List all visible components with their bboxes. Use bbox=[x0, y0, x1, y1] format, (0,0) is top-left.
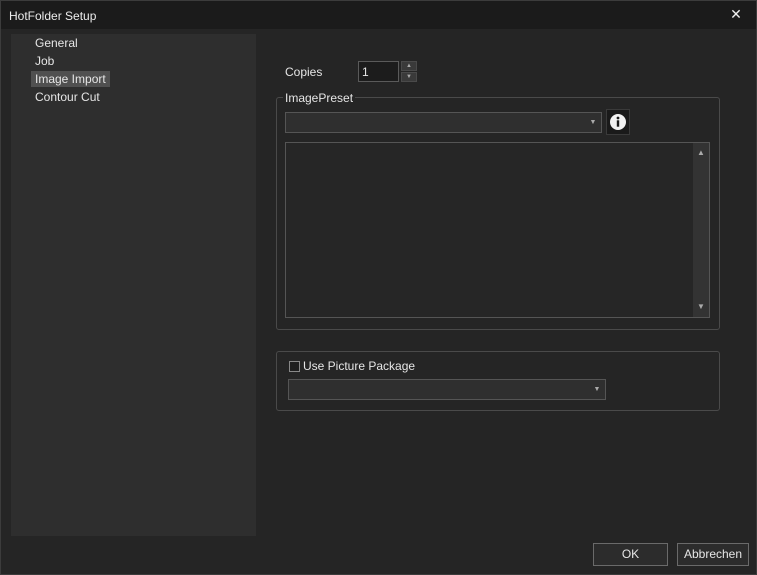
hotfolder-setup-dialog: HotFolder Setup ✕ General Job Image Impo… bbox=[0, 0, 757, 575]
close-icon[interactable]: ✕ bbox=[726, 4, 746, 24]
copies-decrement-button[interactable]: ▼ bbox=[401, 72, 417, 82]
scroll-down-icon[interactable]: ▼ bbox=[693, 299, 709, 315]
image-preset-group-title: ImagePreset bbox=[283, 91, 356, 105]
image-preset-details-list[interactable]: ▲ ▼ bbox=[285, 142, 710, 318]
chevron-down-icon: ▼ bbox=[589, 119, 597, 126]
use-picture-package-checkbox[interactable] bbox=[289, 361, 300, 372]
copies-stepper: ▲ ▼ bbox=[358, 61, 418, 82]
settings-nav-panel: General Job Image Import Contour Cut bbox=[11, 34, 256, 536]
nav-item-contour-cut[interactable]: Contour Cut bbox=[31, 89, 104, 105]
image-preset-dropdown[interactable]: ▼ bbox=[285, 112, 602, 133]
nav-item-image-import[interactable]: Image Import bbox=[31, 71, 110, 87]
picture-package-dropdown[interactable]: ▼ bbox=[288, 379, 606, 400]
info-icon bbox=[610, 114, 626, 130]
ok-button[interactable]: OK bbox=[593, 543, 668, 566]
nav-item-general[interactable]: General bbox=[31, 35, 82, 51]
title-bar: HotFolder Setup ✕ bbox=[1, 1, 756, 29]
nav-item-job[interactable]: Job bbox=[31, 53, 58, 69]
scroll-up-icon[interactable]: ▲ bbox=[693, 145, 709, 161]
use-picture-package-label[interactable]: Use Picture Package bbox=[303, 359, 415, 373]
info-button[interactable] bbox=[606, 109, 630, 135]
vertical-scrollbar[interactable]: ▲ ▼ bbox=[693, 143, 709, 317]
window-title: HotFolder Setup bbox=[9, 9, 97, 23]
copies-input[interactable] bbox=[358, 61, 399, 82]
copies-increment-button[interactable]: ▲ bbox=[401, 61, 417, 71]
copies-label: Copies bbox=[285, 65, 323, 79]
chevron-down-icon: ▼ bbox=[593, 386, 601, 393]
cancel-button[interactable]: Abbrechen bbox=[677, 543, 749, 566]
